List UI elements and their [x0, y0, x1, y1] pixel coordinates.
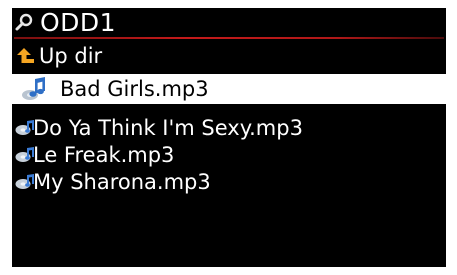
music-note-icon — [20, 77, 46, 105]
list-item[interactable]: My Sharona.mp3 — [12, 167, 446, 197]
search-icon[interactable] — [14, 12, 34, 34]
file-browser-screen: ODD1 Up dir Bad Girls.mp3 Do Ya Think I'… — [12, 8, 446, 267]
list-item-label: Le Freak.mp3 — [33, 143, 175, 167]
list-item[interactable]: Do Ya Think I'm Sexy.mp3 — [12, 113, 446, 143]
list-item[interactable]: Le Freak.mp3 — [12, 140, 446, 170]
list-item-label: Bad Girls.mp3 — [60, 77, 209, 101]
folder-up-arrow-icon — [15, 47, 37, 69]
list-item-selected[interactable]: Bad Girls.mp3 — [12, 74, 446, 104]
music-disc-icon — [15, 147, 35, 167]
list-item-label: Up dir — [39, 44, 103, 68]
title-divider — [14, 37, 444, 39]
list-item-up-dir[interactable]: Up dir — [12, 41, 446, 71]
list-item-label: Do Ya Think I'm Sexy.mp3 — [33, 116, 303, 140]
list-item-label: My Sharona.mp3 — [33, 170, 211, 194]
page-title: ODD1 — [40, 8, 117, 37]
music-disc-icon — [15, 174, 35, 194]
music-disc-icon — [15, 120, 35, 140]
title-bar: ODD1 — [12, 8, 446, 39]
